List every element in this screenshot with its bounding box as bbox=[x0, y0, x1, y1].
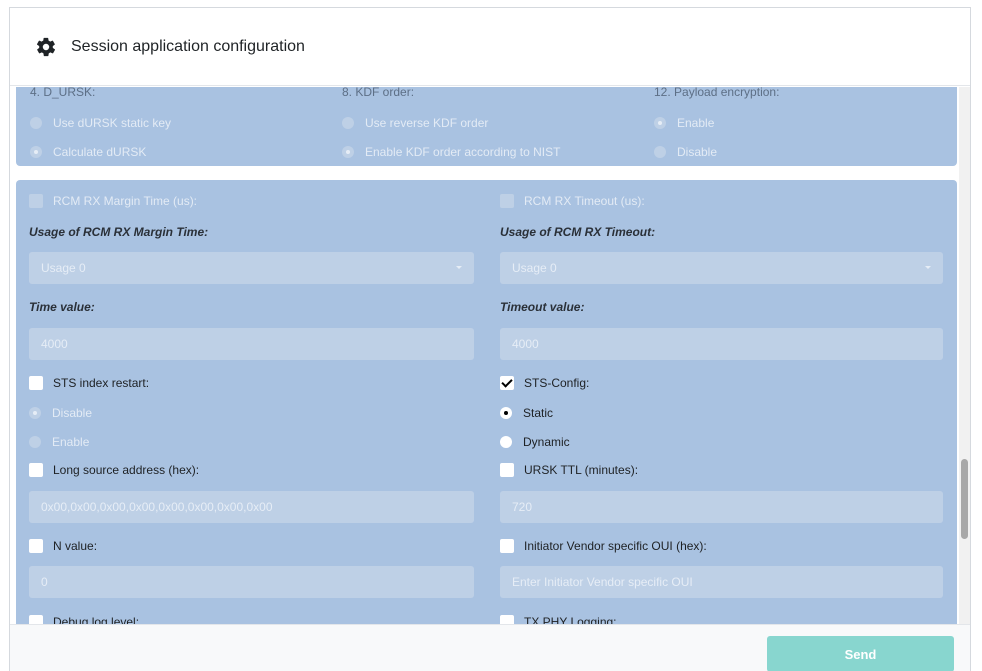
rcm-settings-panel: RCM RX Margin Time (us): Usage of RCM RX… bbox=[16, 180, 957, 624]
checkbox-ursk-ttl[interactable]: URSK TTL (minutes): bbox=[500, 461, 638, 479]
usage-timeout-label: Usage of RCM RX Timeout: bbox=[500, 225, 656, 239]
radio-reverse-kdf[interactable]: Use reverse KDF order bbox=[342, 114, 488, 132]
radio-icon bbox=[654, 117, 666, 129]
checkbox-icon bbox=[500, 615, 514, 624]
checkbox-initiator-oui[interactable]: Initiator Vendor specific OUI (hex): bbox=[500, 537, 707, 555]
gear-icon bbox=[36, 37, 56, 56]
radio-icon bbox=[29, 407, 41, 419]
timeout-value-label: Timeout value: bbox=[500, 300, 585, 314]
radio-calculate-dursk[interactable]: Calculate dURSK bbox=[30, 143, 146, 161]
radio-icon bbox=[342, 117, 354, 129]
radio-sts-dynamic[interactable]: Dynamic bbox=[500, 433, 570, 451]
vertical-scrollbar[interactable] bbox=[959, 87, 970, 624]
modal-header: Session application configuration bbox=[10, 8, 970, 86]
checkbox-icon bbox=[29, 463, 43, 477]
usage-timeout-select[interactable]: Usage 0 bbox=[500, 252, 943, 284]
radio-icon bbox=[342, 146, 354, 158]
modal-title: Session application configuration bbox=[71, 37, 305, 55]
radio-sts-restart-enable[interactable]: Enable bbox=[29, 433, 89, 451]
checkbox-icon bbox=[500, 194, 514, 208]
modal-body[interactable]: 4. D_URSK: 8. KDF order: 12. Payload enc… bbox=[10, 87, 970, 624]
checkbox-icon bbox=[29, 194, 43, 208]
check-icon bbox=[500, 376, 514, 390]
chevron-down-icon bbox=[456, 266, 462, 269]
modal-footer: Send bbox=[10, 624, 970, 671]
radio-nist-kdf[interactable]: Enable KDF order according to NIST bbox=[342, 143, 560, 161]
radio-icon bbox=[30, 117, 42, 129]
radio-icon bbox=[500, 407, 512, 419]
checkbox-n-value[interactable]: N value: bbox=[29, 537, 97, 555]
checkbox-sts-config[interactable]: STS-Config: bbox=[500, 374, 589, 392]
checkbox-rcm-timeout[interactable]: RCM RX Timeout (us): bbox=[500, 192, 645, 210]
checkbox-icon bbox=[29, 615, 43, 624]
ursk-ttl-input[interactable]: 720 bbox=[500, 491, 943, 523]
radio-icon bbox=[30, 146, 42, 158]
radio-payload-disable[interactable]: Disable bbox=[654, 143, 717, 161]
session-config-modal: Session application configuration 4. D_U… bbox=[9, 7, 971, 671]
checkbox-icon bbox=[29, 376, 43, 390]
checkbox-icon bbox=[500, 539, 514, 553]
radio-sts-static[interactable]: Static bbox=[500, 404, 553, 422]
security-options-panel: 4. D_URSK: 8. KDF order: 12. Payload enc… bbox=[16, 87, 957, 166]
radio-payload-enable[interactable]: Enable bbox=[654, 114, 714, 132]
time-value-label: Time value: bbox=[29, 300, 95, 314]
chevron-down-icon bbox=[925, 266, 931, 269]
scrollbar-thumb[interactable] bbox=[961, 459, 968, 539]
checkbox-rcm-margin-time[interactable]: RCM RX Margin Time (us): bbox=[29, 192, 197, 210]
usage-margin-label: Usage of RCM RX Margin Time: bbox=[29, 225, 209, 239]
timeout-value-input[interactable]: 4000 bbox=[500, 328, 943, 360]
checkbox-icon bbox=[500, 463, 514, 477]
time-value-input[interactable]: 4000 bbox=[29, 328, 474, 360]
checkbox-long-source-address[interactable]: Long source address (hex): bbox=[29, 461, 199, 479]
checkbox-debug-log-level[interactable]: Debug log level: bbox=[29, 613, 139, 624]
radio-use-dursk-static[interactable]: Use dURSK static key bbox=[30, 114, 171, 132]
long-address-input[interactable]: 0x00,0x00,0x00,0x00,0x00,0x00,0x00,0x00 bbox=[29, 491, 474, 523]
checkbox-icon bbox=[29, 539, 43, 553]
checkbox-sts-index-restart[interactable]: STS index restart: bbox=[29, 374, 149, 392]
initiator-oui-input[interactable]: Enter Initiator Vendor specific OUI bbox=[500, 566, 943, 598]
n-value-input[interactable]: 0 bbox=[29, 566, 474, 598]
kdf-order-label: 8. KDF order: bbox=[342, 87, 415, 99]
radio-icon bbox=[654, 146, 666, 158]
checkbox-tx-phy-logging[interactable]: TX PHY Logging: bbox=[500, 613, 617, 624]
d-ursk-label: 4. D_URSK: bbox=[30, 87, 96, 99]
radio-icon bbox=[29, 436, 41, 448]
radio-sts-restart-disable[interactable]: Disable bbox=[29, 404, 92, 422]
radio-icon bbox=[500, 436, 512, 448]
payload-encryption-label: 12. Payload encryption: bbox=[654, 87, 780, 99]
send-button[interactable]: Send bbox=[767, 636, 954, 671]
usage-margin-select[interactable]: Usage 0 bbox=[29, 252, 474, 284]
